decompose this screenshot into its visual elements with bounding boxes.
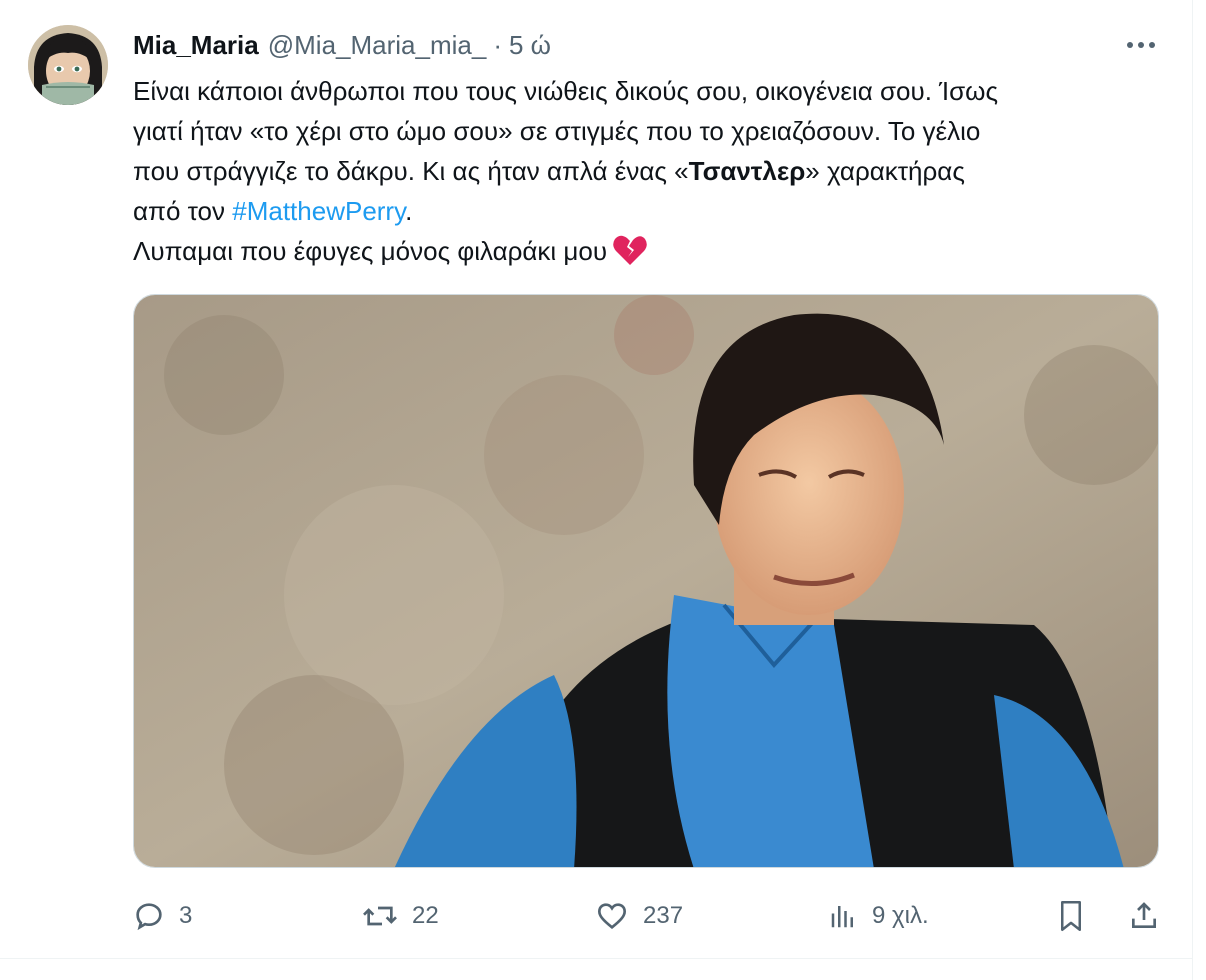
reply-button[interactable]: 3 [133, 890, 192, 942]
tweet-bottom-divider [0, 958, 1193, 959]
more-horizontal-icon [1126, 41, 1156, 49]
tweet-text: Είναι κάποιοι άνθρωποι που τους νιώθεις … [133, 71, 1173, 277]
share-icon [1128, 900, 1160, 932]
author-display-name[interactable]: Mia_Maria [133, 30, 259, 61]
tweet-text-line: Είναι κάποιοι άνθρωποι που τους νιώθεις … [133, 76, 998, 106]
timeline-right-border [1192, 0, 1193, 980]
tweet-actions: 3 22 237 9 χιλ. [0, 890, 1193, 942]
views-chart-icon [828, 900, 858, 932]
text-segment: από τον [133, 196, 233, 226]
author-handle[interactable]: @Mia_Maria_mia_ [268, 30, 487, 61]
text-segment: Λυπαμαι που έφυγες μόνος φιλαράκι μου [133, 236, 608, 266]
more-options-button[interactable] [1120, 28, 1162, 62]
text-segment: που στράγγιζε το δάκρυ. Κι ας ήταν απλά … [133, 156, 689, 186]
like-button[interactable]: 237 [595, 890, 683, 942]
text-segment: . [405, 196, 413, 226]
avatar[interactable] [28, 25, 108, 105]
share-button[interactable] [1128, 890, 1160, 942]
tweet-text-line: από τον #MatthewPerry. [133, 191, 1173, 231]
tweet-timestamp[interactable]: 5 ώ [509, 30, 551, 61]
reply-count: 3 [179, 902, 193, 929]
views-button[interactable]: 9 χιλ. [828, 890, 929, 942]
like-count: 237 [643, 902, 684, 929]
tweet-text-line: Λυπαμαι που έφυγες μόνος φιλαράκι μου [133, 231, 1173, 277]
tweet-text-line: που στράγγιζε το δάκρυ. Κι ας ήταν απλά … [133, 151, 1173, 191]
tweet-text-line: γιατί ήταν «το χέρι στο ώμο σου» σε στιγ… [133, 116, 981, 146]
reply-icon [133, 900, 165, 932]
text-segment: » χαρακτήρας [805, 156, 965, 186]
hashtag-link[interactable]: #MatthewPerry [232, 196, 405, 226]
header-separator: · [493, 29, 502, 60]
bold-name-text: Τσαντλερ [688, 156, 806, 186]
heart-icon [595, 900, 629, 932]
retweet-button[interactable]: 22 [362, 890, 439, 942]
broken-heart-icon [613, 234, 647, 277]
tweet-header: Mia_Maria @Mia_Maria_mia_ · 5 ώ [133, 27, 551, 63]
retweet-count: 22 [412, 902, 439, 929]
views-count: 9 χιλ. [872, 902, 929, 929]
tweet-photo[interactable] [133, 294, 1159, 868]
bookmark-button[interactable] [1056, 890, 1086, 942]
bookmark-icon [1056, 899, 1086, 933]
retweet-icon [362, 900, 398, 932]
